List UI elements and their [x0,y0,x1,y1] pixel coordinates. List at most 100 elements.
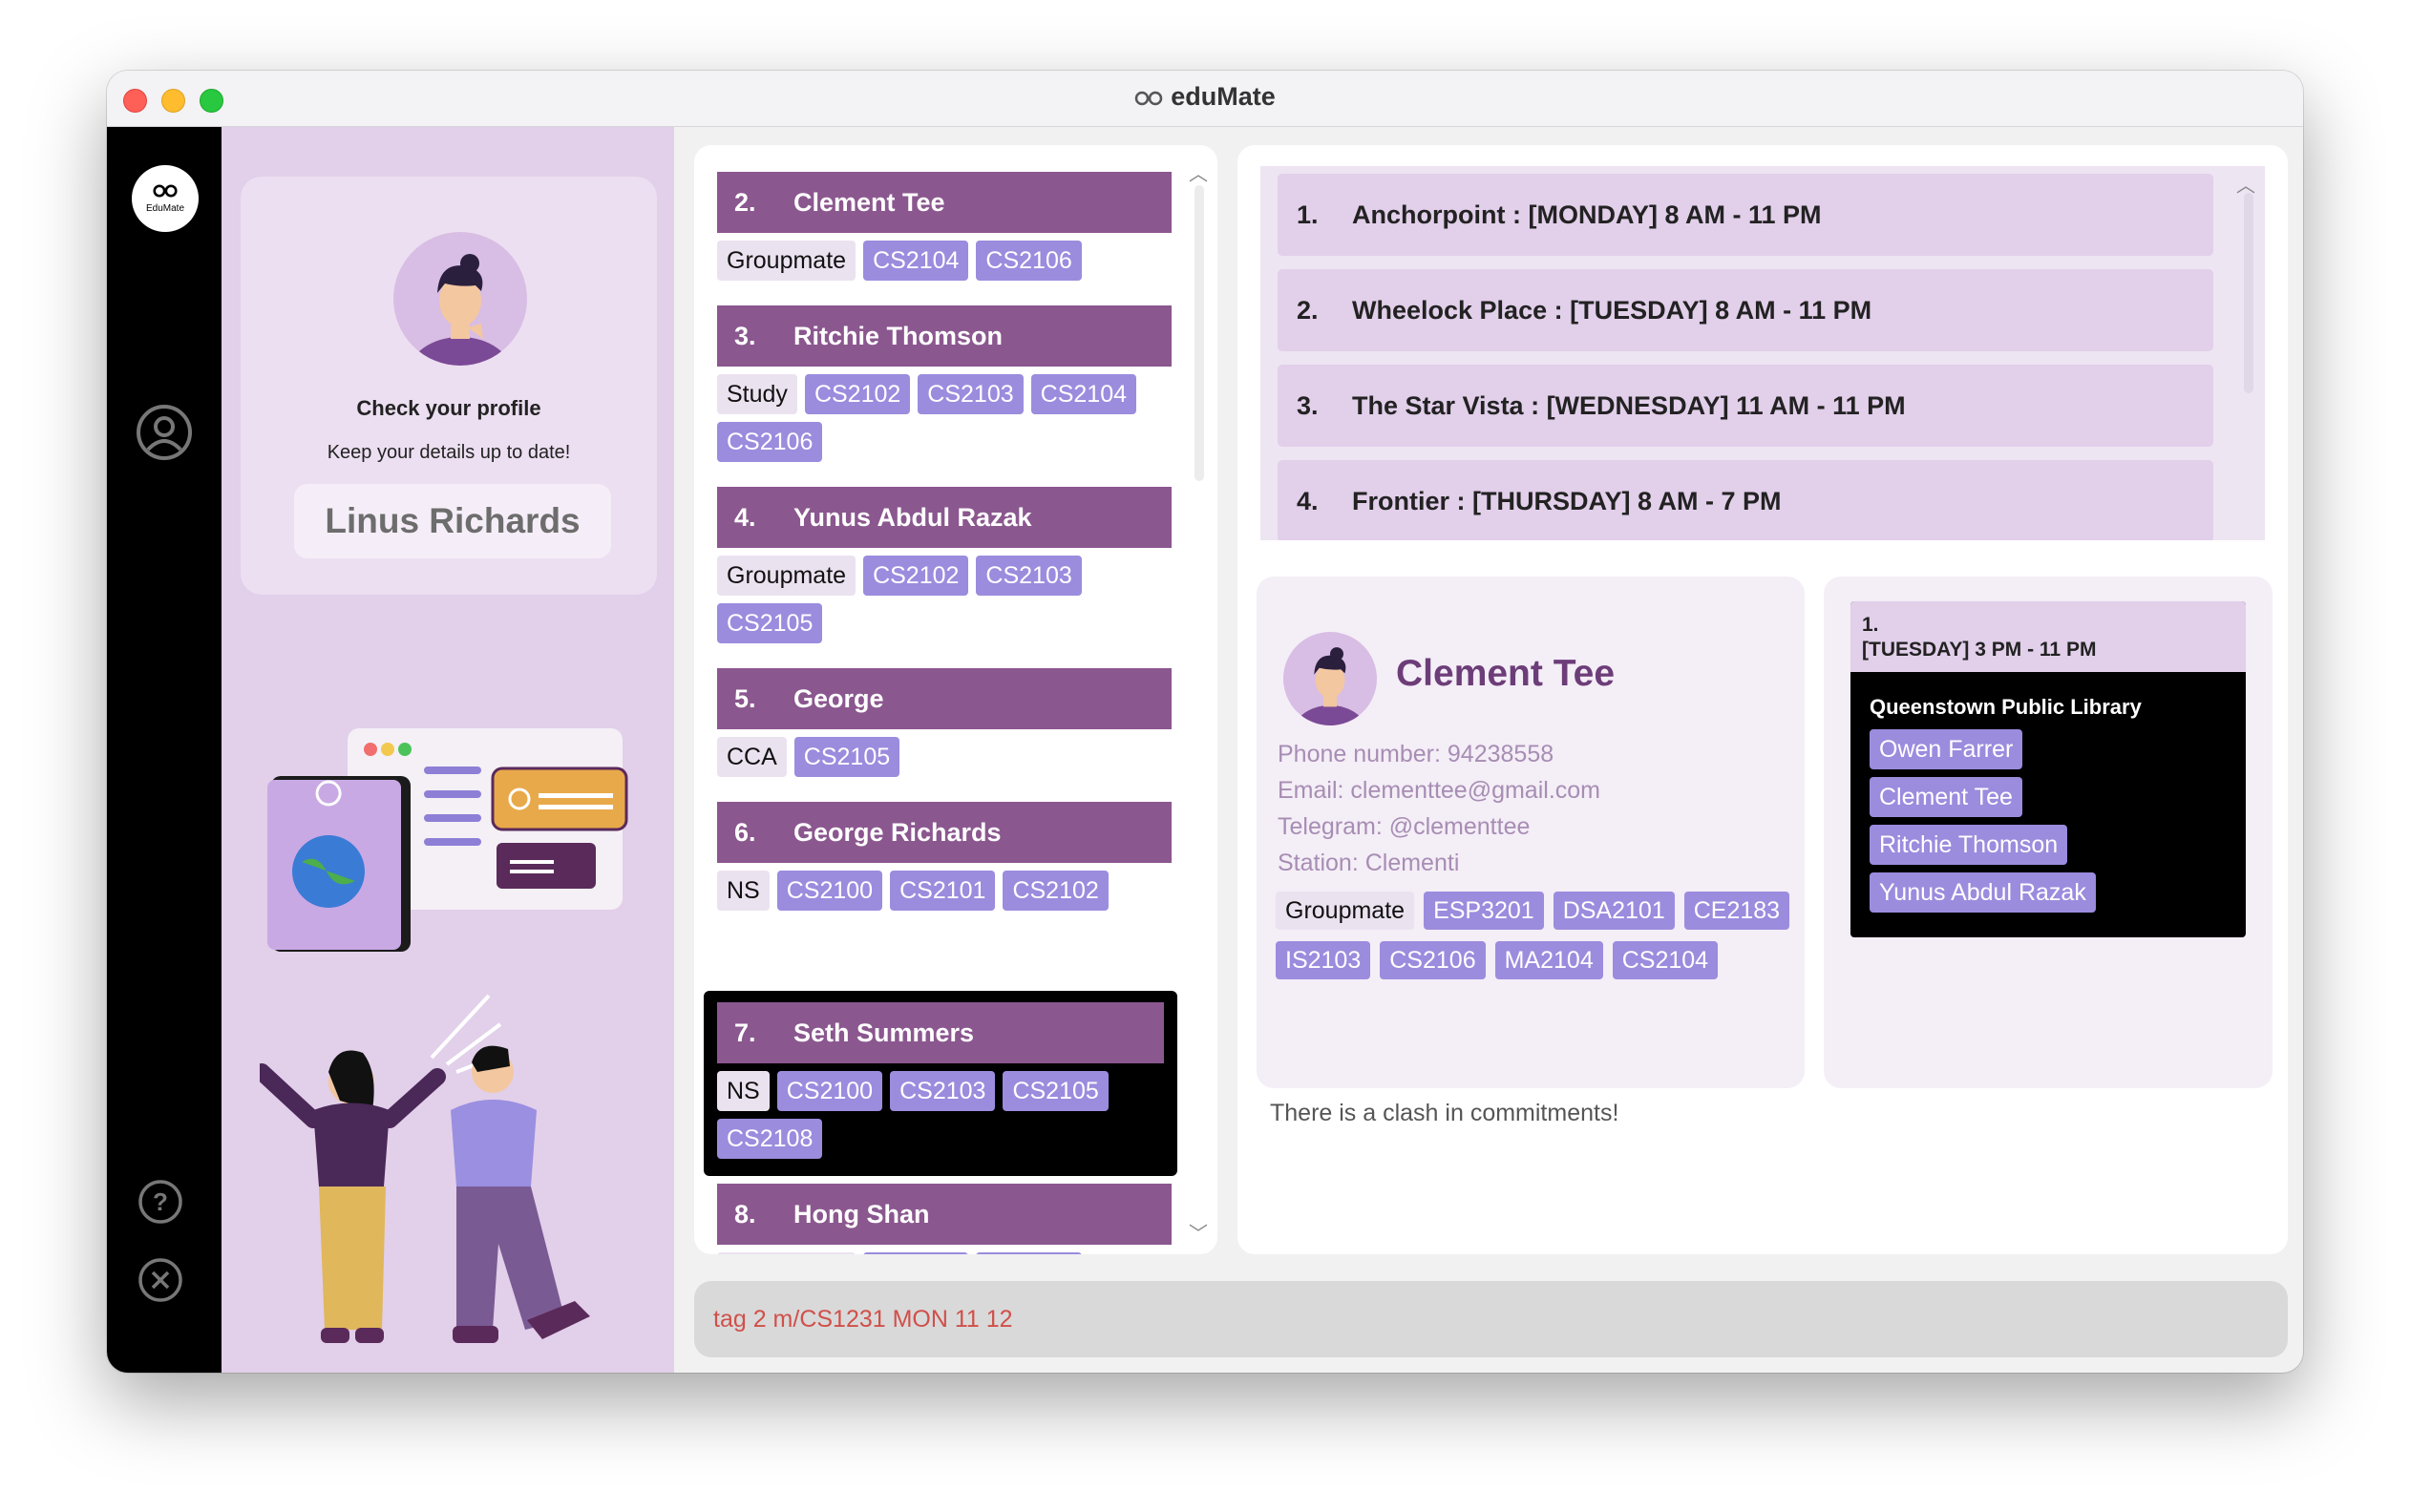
tag: CS2106 [976,241,1082,281]
schedule-item[interactable]: 3. The Star Vista : [WEDNESDAY] 11 AM - 1… [1278,365,2213,447]
contact-card[interactable]: 7. Seth Summers NS CS2100 CS2103 CS2105 CS2108 [704,991,1177,1176]
meeting-time: [TUESDAY] 3 PM - 11 PM [1862,639,2097,661]
contact-card[interactable]: 8. Hong Shan Groupmate CS2100 CS2103 [717,1184,1172,1254]
tag: CS2103 [976,1252,1082,1254]
scrollbar[interactable] [1194,185,1204,481]
contact-name: George [793,684,884,713]
glasses-icon [1134,91,1163,106]
window-title-text: eduMate [1171,82,1276,111]
contact-card[interactable]: 3. Ritchie Thomson Study CS2102 CS2103 CS2104… [717,305,1172,462]
profile-pane: Check your profile Keep your details up … [222,127,674,1373]
contact-index: 2. [734,188,756,217]
tag: CS2101 [890,871,996,911]
tag: CS2100 [776,1071,883,1111]
glasses-icon [153,184,178,198]
schedule-item[interactable]: 2. Wheelock Place : [TUESDAY] 8 AM - 11 P… [1278,269,2213,351]
command-input[interactable]: tag 2 m/CS1231 MON 11 12 [694,1281,2288,1357]
contact-card-header: 6. George Richards [717,802,1172,863]
help-icon[interactable]: ? [136,1177,185,1227]
schedule-index: 3. [1297,391,1319,420]
contact-index: 7. [734,1018,756,1047]
tag: CS2102 [1003,871,1109,911]
exit-icon[interactable] [136,1255,185,1305]
profile-title: Check your profile [356,396,541,420]
tag: CS2106 [717,422,823,462]
tag: CS2100 [776,871,883,911]
profile-card[interactable]: Check your profile Keep your details up … [241,177,657,595]
tag: CS2106 [1380,941,1486,979]
meeting-location: Queenstown Public Library [1870,695,2142,719]
contact-card-header: 2. Clement Tee [717,172,1172,233]
contact-card-header: 8. Hong Shan [717,1184,1172,1245]
contact-name: George Richards [793,818,1002,847]
tag: DSA2101 [1553,892,1675,930]
tag: Groupmate [717,556,856,596]
tag: CS2105 [793,737,900,777]
detail-pane: 1. Anchorpoint : [MONDAY] 8 AM - 11 PM 2.… [1237,145,2288,1254]
avatar-illustration [1294,647,1366,725]
profile-subtitle: Keep your details up to date! [327,442,571,463]
tag: CS2105 [1003,1071,1109,1111]
contact-card-header: 7. Seth Summers [717,1002,1164,1063]
tag: Study [717,374,797,414]
tag: CE2183 [1683,892,1790,930]
contact-card[interactable]: 6. George Richards NS CS2100 CS2101 CS2102 [717,802,1172,911]
contact-card-header: 4. Yunus Abdul Razak [717,487,1172,548]
tag: ESP3201 [1424,892,1544,930]
detail-email: Email: clementtee@gmail.com [1278,777,1600,804]
tag: NS [717,1071,770,1111]
contact-list[interactable]: 2. Clement Tee Groupmate CS2104 CS2106 3. Ritc… [694,145,1217,1254]
participant-tag: Yunus Abdul Razak [1870,872,2096,913]
contact-list-pane: 2. Clement Tee Groupmate CS2104 CS2106 3. Ritc… [694,145,1217,1254]
tag: Groupmate [717,1252,856,1254]
meeting-index: 1. [1862,614,1879,636]
contact-tag-list: NS CS2100 CS2103 CS2105 CS2108 [710,1063,1171,1159]
scroll-down-arrow[interactable]: ﹀ [1189,1218,1208,1246]
contact-name: Seth Summers [793,1018,975,1047]
tag: IS2103 [1276,941,1371,979]
contact-tag-list: Groupmate CS2104 CS2106 [717,233,1172,281]
app-logo[interactable]: EduMate [132,165,199,232]
contact-card[interactable]: 4. Yunus Abdul Razak Groupmate CS2102 CS2103… [717,487,1172,643]
tag: CS2102 [804,374,911,414]
contact-name: Yunus Abdul Razak [793,503,1032,532]
scroll-up-arrow[interactable]: ︿ [1189,158,1208,186]
tag: CS2105 [717,603,823,643]
tag: CS2103 [918,374,1024,414]
contact-index: 4. [734,503,756,532]
schedule-scrollbar[interactable] [2244,193,2253,393]
meeting-participants: Owen Farrer Clement Tee Ritchie Thomson … [1850,720,2246,913]
schedule-item[interactable]: 1. Anchorpoint : [MONDAY] 8 AM - 11 PM [1278,174,2213,256]
schedule-item[interactable]: 4. Frontier : [THURSDAY] 8 AM - 7 PM [1278,460,2213,540]
contact-tag-list: Groupmate CS2100 CS2103 [717,1245,1172,1254]
window-title: eduMate [107,82,2303,112]
meeting-item[interactable]: 1. [TUESDAY] 3 PM - 11 PM Queenstown Pub… [1850,601,2246,937]
tag: CS2104 [1030,374,1137,414]
profile-icon[interactable] [134,402,195,463]
app-window: eduMate EduMate ? Check your profile Kee… [107,71,2303,1373]
contact-detail-card: Clement Tee Phone number: 94238558 Email… [1257,577,1805,1088]
tag: CS2108 [717,1119,823,1159]
contact-index: 3. [734,322,756,350]
contact-card[interactable]: 5. George CCA CS2105 [717,668,1172,777]
contact-card-header: 3. Ritchie Thomson [717,305,1172,367]
avatar [1283,632,1377,725]
user-name[interactable]: Linus Richards [294,484,611,558]
contact-card[interactable]: 2. Clement Tee Groupmate CS2104 CS2106 [717,172,1172,281]
logo-text: EduMate [145,203,185,214]
meeting-header: 1. [TUESDAY] 3 PM - 11 PM [1850,601,2246,672]
contact-name: Hong Shan [793,1200,930,1228]
title-bar: eduMate [107,71,2303,127]
schedule-index: 2. [1297,296,1319,325]
detail-telegram: Telegram: @clementtee [1278,813,1531,840]
participant-tag: Clement Tee [1870,777,2022,817]
contact-name: Clement Tee [793,188,945,217]
detail-station: Station: Clementi [1278,850,1460,876]
detail-tag-list: Groupmate ESP3201 DSA2101 CE2183 IS2103 … [1276,892,1791,979]
sidebar: EduMate ? [107,127,222,1373]
svg-text:?: ? [153,1187,168,1216]
participant-tag: Owen Farrer [1870,729,2023,769]
schedule-index: 4. [1297,487,1319,515]
tag: CS2103 [890,1071,996,1111]
schedule-list[interactable]: 1. Anchorpoint : [MONDAY] 8 AM - 11 PM 2.… [1260,166,2265,540]
